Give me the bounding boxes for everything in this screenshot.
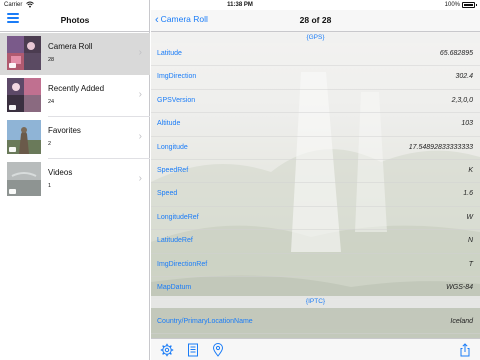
- detail-navigation-bar: ‹ Camera Roll 28 of 28: [151, 10, 480, 32]
- album-videos[interactable]: Videos 1 ›: [0, 159, 150, 201]
- metadata-value: T: [468, 260, 473, 268]
- videos-thumbnail: [7, 162, 41, 196]
- metadata-value: 65.682895: [439, 50, 473, 57]
- iptc-section-header: {IPTC}: [151, 296, 480, 308]
- albums-sidebar: Photos Camera Roll 28 › Recently Added 2…: [0, 0, 150, 360]
- metadata-row[interactable]: LatitudeRef N: [151, 230, 480, 254]
- metadata-key: ImgDirection: [157, 73, 197, 81]
- bottom-toolbar: [151, 338, 480, 360]
- metadata-row[interactable]: SpeedRef K: [151, 160, 480, 184]
- metadata-value: 1.6: [463, 190, 473, 198]
- heart-badge-icon: [9, 147, 16, 152]
- status-bar: Carrier 11:38 PM 100%: [0, 0, 480, 10]
- album-count: 24: [48, 99, 55, 105]
- location-pin-icon[interactable]: [211, 343, 225, 357]
- metadata-row[interactable]: GPSVersion 2,3,0,0: [151, 90, 480, 114]
- metadata-key: LatitudeRef: [157, 237, 193, 245]
- album-name: Videos: [48, 168, 73, 177]
- album-name: Favorites: [48, 126, 81, 135]
- metadata-key: ImgDirectionRef: [157, 260, 208, 268]
- metadata-key: GPSVersion: [157, 96, 196, 104]
- album-camera-roll[interactable]: Camera Roll 28 ›: [0, 33, 150, 75]
- sidebar-navigation-bar: Photos: [0, 10, 150, 32]
- gear-icon[interactable]: [160, 343, 174, 357]
- metadata-key: Speed: [157, 190, 178, 198]
- metadata-value: K: [468, 166, 473, 174]
- favorites-thumbnail: [7, 120, 41, 154]
- album-name: Camera Roll: [48, 42, 93, 51]
- metadata-row[interactable]: ImgDirection 302.4: [151, 66, 480, 90]
- metadata-row[interactable]: ImgDirectionRef T: [151, 254, 480, 277]
- recently-added-thumbnail: [7, 78, 41, 112]
- camera-roll-thumbnail: [7, 36, 41, 70]
- metadata-row[interactable]: Longitude 17.54892833333333: [151, 137, 480, 160]
- chevron-right-icon: ›: [138, 47, 142, 58]
- metadata-value: N: [467, 237, 473, 245]
- metadata-key: Altitude: [157, 120, 181, 128]
- photo-position-title: 28 of 28: [299, 15, 332, 25]
- metadata-row[interactable]: LongitudeRef W: [151, 207, 480, 231]
- metadata-detail-panel: ‹ Camera Roll 28 of 28 {GPS} Latitude 65.6…: [151, 0, 480, 360]
- camera-badge-icon: [9, 63, 16, 68]
- album-list: Camera Roll 28 › Recently Added 24 › Fav…: [0, 33, 150, 201]
- metadata-key: Longitude: [157, 143, 188, 151]
- document-icon[interactable]: [186, 343, 200, 357]
- metadata-key: LongitudeRef: [157, 213, 199, 221]
- chevron-right-icon: ›: [138, 89, 142, 100]
- metadata-key: SpeedRef: [157, 166, 189, 174]
- metadata-row[interactable]: Altitude 103: [151, 113, 480, 137]
- metadata-key: MapDatum: [157, 283, 192, 291]
- album-count: 2: [48, 141, 52, 147]
- gps-section: {GPS} Latitude 65.682895 ImgDirection 302.…: [151, 33, 480, 301]
- album-name: Recently Added: [48, 84, 105, 93]
- metadata-value: 302.4: [455, 73, 473, 81]
- metadata-row[interactable]: Latitude 65.682895: [151, 43, 480, 67]
- metadata-row[interactable]: Country/PrimaryLocationName Iceland: [151, 308, 480, 334]
- metadata-value: 17.54892833333333: [408, 143, 473, 151]
- battery-icon: [462, 2, 477, 8]
- chevron-right-icon: ›: [138, 131, 142, 142]
- iptc-section: {IPTC} Country/PrimaryLocationName Icelan…: [151, 296, 480, 334]
- video-camera-badge-icon: [9, 189, 16, 194]
- metadata-value: W: [466, 213, 473, 221]
- album-count: 28: [48, 57, 55, 63]
- metadata-key: Latitude: [157, 50, 182, 57]
- album-favorites[interactable]: Favorites 2 ›: [0, 117, 150, 159]
- metadata-key: Country/PrimaryLocationName: [157, 318, 253, 325]
- share-icon[interactable]: [458, 343, 472, 357]
- clock-badge-icon: [9, 105, 16, 110]
- metadata-value: 2,3,0,0: [451, 96, 473, 104]
- metadata-value: 103: [461, 120, 473, 128]
- battery-percentage: 100%: [444, 2, 460, 8]
- metadata-value: Iceland: [450, 318, 473, 325]
- album-recently-added[interactable]: Recently Added 24 ›: [0, 75, 150, 117]
- metadata-value: WGS-84: [446, 283, 473, 291]
- metadata-row[interactable]: Speed 1.6: [151, 183, 480, 207]
- chevron-right-icon: ›: [138, 173, 142, 184]
- status-time: 11:38 PM: [227, 2, 253, 8]
- gps-section-header: {GPS}: [151, 33, 480, 43]
- album-count: 1: [48, 183, 52, 189]
- sidebar-title: Photos: [60, 15, 90, 25]
